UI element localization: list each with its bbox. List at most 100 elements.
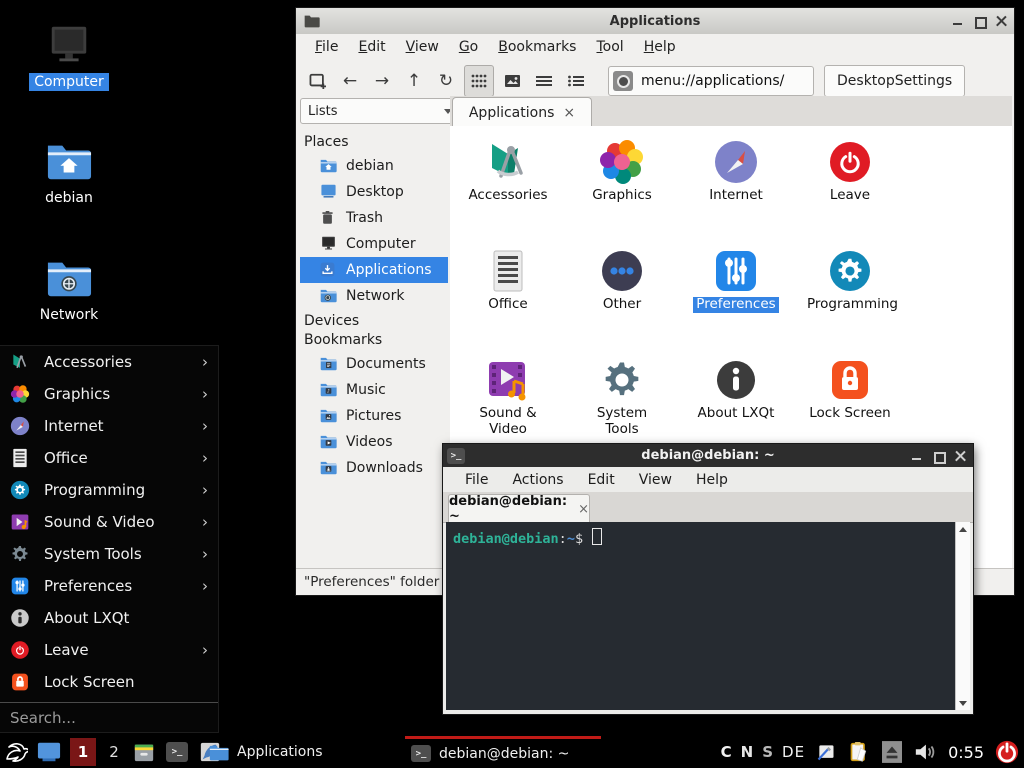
menu-item-lock-screen[interactable]: Lock Screen — [0, 666, 218, 698]
terminal-output[interactable]: debian@debian:~$ — [446, 522, 956, 710]
sidebar-item-pictures[interactable]: Pictures — [300, 403, 448, 429]
sidebar-item-music[interactable]: ♪ Music — [300, 377, 448, 403]
menu-item-sound-video[interactable]: Sound & Video› — [0, 506, 218, 538]
grid-item-accessories[interactable]: Accessories — [451, 130, 565, 239]
sidebar-item-documents[interactable]: Documents — [300, 351, 448, 377]
back-icon[interactable]: ← — [336, 66, 364, 96]
app-menu-button[interactable] — [4, 740, 28, 764]
menu-item-internet[interactable]: Internet› — [0, 410, 218, 442]
menu-help[interactable]: Help — [635, 37, 685, 57]
menu-edit[interactable]: Edit — [349, 37, 394, 57]
system-tools-icon — [598, 356, 646, 404]
terminal-launcher-icon[interactable]: >_ — [165, 740, 189, 764]
desktop-icon-debian[interactable]: debian — [21, 140, 117, 207]
menu-item-office[interactable]: Office› — [0, 442, 218, 474]
reload-icon[interactable]: ↻ — [432, 66, 460, 96]
grid-item-system-tools[interactable]: System Tools — [565, 348, 679, 457]
submenu-arrow-icon: › — [202, 577, 208, 595]
volume-icon[interactable] — [913, 740, 937, 764]
menu-actions[interactable]: Actions — [502, 470, 573, 490]
address-bar[interactable] — [608, 66, 814, 96]
sidebar-item-debian[interactable]: debian — [300, 153, 448, 179]
sidebar-mode-combobox[interactable]: Lists — [300, 98, 460, 124]
file-manager-titlebar[interactable]: Applications — [296, 8, 1014, 35]
menu-item-graphics[interactable]: Graphics› — [0, 378, 218, 410]
menu-go[interactable]: Go — [450, 37, 487, 57]
compact-view-icon[interactable] — [530, 66, 558, 96]
workspace-1-button[interactable]: 1 — [70, 738, 96, 766]
clipboard-tray-icon[interactable] — [847, 740, 871, 764]
menu-item-leave[interactable]: Leave› — [0, 634, 218, 666]
grid-item-internet[interactable]: Internet — [679, 130, 793, 239]
desktop-icon-computer[interactable]: Computer — [21, 24, 117, 91]
scroll-down-icon[interactable] — [956, 696, 970, 710]
show-desktop-button[interactable] — [37, 740, 61, 764]
forward-icon[interactable]: → — [368, 66, 396, 96]
grid-item-about-lxqt[interactable]: About LXQt — [679, 348, 793, 457]
menu-edit[interactable]: Edit — [578, 470, 625, 490]
sidebar-item-downloads[interactable]: Downloads — [300, 455, 448, 481]
grid-item-preferences[interactable]: Preferences — [679, 239, 793, 348]
grid-item-leave[interactable]: Leave — [793, 130, 907, 239]
menu-item-system-tools[interactable]: System Tools› — [0, 538, 218, 570]
desktop-icon-network[interactable]: Network — [21, 257, 117, 324]
desktop-settings-button[interactable]: DesktopSettings — [824, 65, 965, 97]
grid-item-office[interactable]: Office — [451, 239, 565, 348]
clock[interactable]: 0:55 — [948, 743, 984, 762]
detailed-list-view-icon[interactable] — [562, 66, 590, 96]
maximize-button[interactable] — [974, 15, 986, 27]
task-terminal[interactable]: >_ debian@debian: ~ — [405, 736, 601, 768]
file-manager-launcher-icon[interactable] — [132, 740, 156, 764]
keyboard-layout-indicator[interactable]: DE — [782, 743, 805, 761]
tab-close-icon[interactable]: × — [578, 502, 589, 517]
new-tab-icon[interactable] — [304, 66, 332, 96]
sidebar-header-bookmarks: Bookmarks — [300, 332, 448, 351]
address-input[interactable] — [639, 72, 793, 90]
menu-item-programming[interactable]: Programming› — [0, 474, 218, 506]
sidebar-item-trash[interactable]: Trash — [300, 205, 448, 231]
close-button[interactable] — [996, 15, 1008, 27]
menu-item-preferences[interactable]: Preferences› — [0, 570, 218, 602]
sidebar-item-network[interactable]: Network — [300, 283, 448, 309]
grid-item-programming[interactable]: Programming — [793, 239, 907, 348]
menu-item-accessories[interactable]: Accessories› — [0, 346, 218, 378]
menu-view[interactable]: View — [397, 37, 448, 57]
terminal-titlebar[interactable]: >_ debian@debian: ~ — [443, 444, 973, 467]
sidebar-item-applications[interactable]: Applications — [300, 257, 448, 283]
eject-removable-media-icon[interactable] — [880, 740, 904, 764]
tab-applications[interactable]: Applications × — [452, 97, 592, 127]
icon-view-toggle[interactable] — [464, 65, 494, 97]
task-applications[interactable]: Applications — [203, 736, 401, 768]
lock-screen-icon — [10, 672, 30, 692]
sidebar-item-desktop[interactable]: Desktop — [300, 179, 448, 205]
minimize-button[interactable] — [911, 450, 923, 462]
sidebar-item-computer[interactable]: Computer — [300, 231, 448, 257]
maximize-button[interactable] — [933, 450, 945, 462]
menu-file[interactable]: File — [455, 470, 498, 490]
grid-item-other[interactable]: Other — [565, 239, 679, 348]
menu-view[interactable]: View — [629, 470, 682, 490]
close-button[interactable] — [955, 450, 967, 462]
screenshot-tray-icon[interactable] — [814, 740, 838, 764]
menu-help[interactable]: Help — [686, 470, 738, 490]
tab-terminal-session[interactable]: debian@debian: ~ × — [448, 494, 590, 523]
menu-search-input[interactable] — [0, 703, 218, 733]
preferences-icon — [10, 576, 30, 596]
scroll-up-icon[interactable] — [956, 522, 970, 536]
leave-power-button[interactable] — [995, 740, 1019, 764]
workspace-2-button[interactable]: 2 — [105, 743, 123, 761]
terminal-scrollbar[interactable] — [955, 522, 970, 710]
grid-item-graphics[interactable]: Graphics — [565, 130, 679, 239]
menu-tool[interactable]: Tool — [587, 37, 632, 57]
menu-file[interactable]: File — [306, 37, 347, 57]
sidebar-item-videos[interactable]: Videos — [300, 429, 448, 455]
menu-bookmarks[interactable]: Bookmarks — [489, 37, 585, 57]
minimize-button[interactable] — [952, 15, 964, 27]
internet-icon — [10, 416, 30, 436]
grid-item-sound-video[interactable]: Sound & Video — [451, 348, 565, 457]
tab-close-icon[interactable]: × — [563, 105, 575, 121]
grid-item-lock-screen[interactable]: Lock Screen — [793, 348, 907, 457]
menu-item-about-lxqt[interactable]: About LXQt — [0, 602, 218, 634]
up-icon[interactable]: ↑ — [400, 66, 428, 96]
thumbnail-view-icon[interactable] — [498, 66, 526, 96]
